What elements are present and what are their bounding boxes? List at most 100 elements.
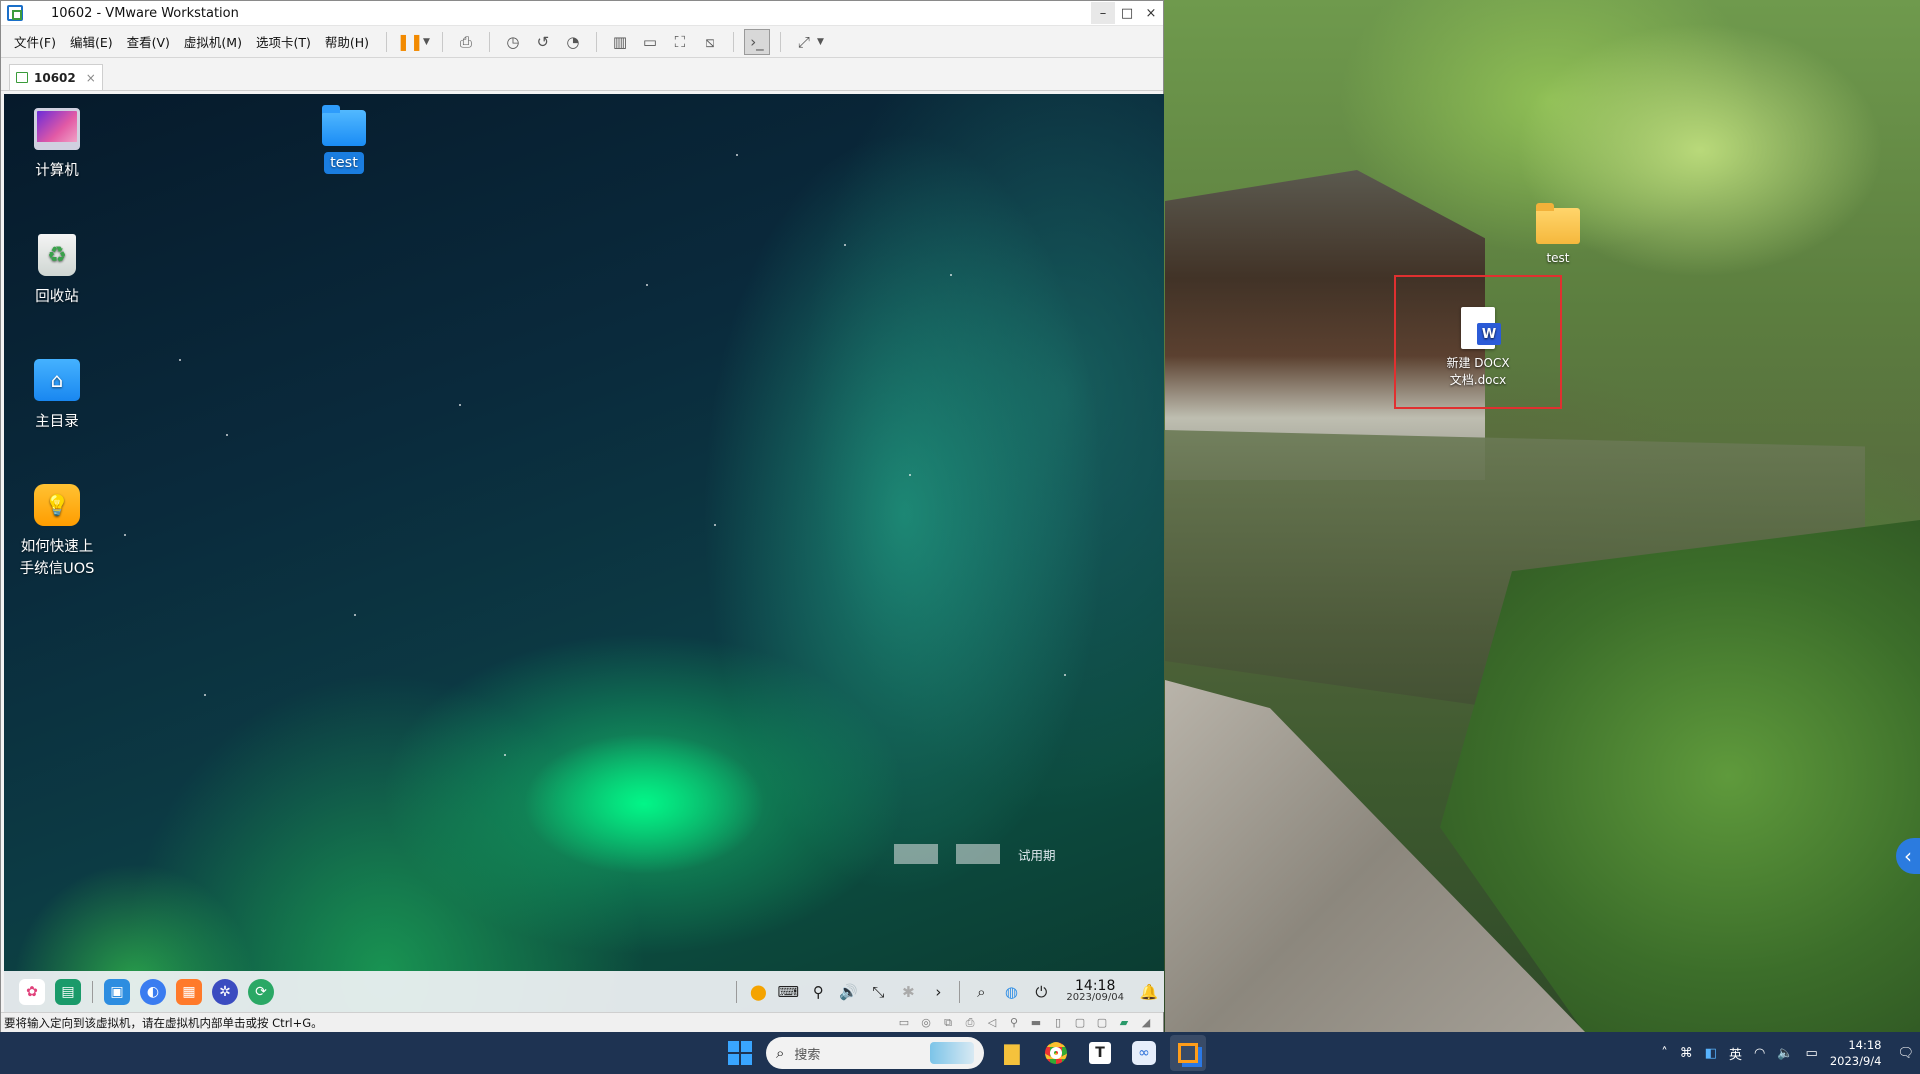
- guest-screen[interactable]: 计算机 ♻ 回收站 ⌂ 主目录 💡 如何快速上 手统信UOS test 试用期 …: [4, 94, 1164, 1012]
- host-clock-date: 2023/9/4: [1829, 1054, 1882, 1068]
- network-adapter-icon[interactable]: ⧉: [940, 1016, 956, 1030]
- hard-disk-icon[interactable]: ▭: [896, 1016, 912, 1030]
- menu-vm[interactable]: 虚拟机(M): [184, 32, 242, 51]
- chrome-icon[interactable]: [1038, 1035, 1074, 1071]
- menu-tabs[interactable]: 选项卡(T): [256, 32, 311, 51]
- input-method-icon[interactable]: ⬤: [745, 979, 771, 1005]
- dock-separator: [736, 980, 738, 1003]
- full-screen-icon[interactable]: ⛶: [667, 29, 693, 55]
- guest-desktop-folder-test[interactable]: test: [294, 105, 394, 174]
- chevron-right-icon[interactable]: ›: [925, 979, 951, 1005]
- volume-icon[interactable]: 🔊: [835, 979, 861, 1005]
- minimize-button[interactable]: –: [1091, 2, 1115, 24]
- pause-dropdown-icon[interactable]: ▼: [423, 37, 430, 47]
- storage-icon[interactable]: ▢: [1094, 1016, 1110, 1030]
- remote-app-icon[interactable]: ∞: [1126, 1035, 1162, 1071]
- watermark-block: [956, 844, 1000, 864]
- menu-view[interactable]: 查看(V): [127, 32, 170, 51]
- vmware-taskbar-icon[interactable]: [1170, 1035, 1206, 1071]
- computer-icon: [34, 108, 80, 150]
- notification-bell-icon[interactable]: 🔔: [1136, 979, 1162, 1005]
- window-title: 10602 - VMware Workstation: [51, 5, 239, 21]
- host-desktop-docx-file[interactable]: W 新建 DOCX 文档.docx: [1394, 275, 1562, 409]
- speaker-icon[interactable]: 🔈: [1777, 1046, 1793, 1061]
- docx-label-line2: 文档.docx: [1449, 373, 1507, 387]
- file-manager-icon[interactable]: ▣: [104, 978, 130, 1005]
- display-icon[interactable]: ▬: [1028, 1016, 1044, 1030]
- host-desktop-folder-test[interactable]: test: [1530, 203, 1586, 267]
- ime-indicator[interactable]: 英: [1729, 1044, 1742, 1063]
- folder-icon: [1536, 203, 1580, 244]
- guest-desktop-computer[interactable]: 计算机: [7, 108, 107, 182]
- windows-start-icon[interactable]: [728, 1041, 752, 1065]
- search-icon[interactable]: ⌕: [968, 979, 994, 1005]
- maximize-button[interactable]: □: [1115, 2, 1139, 24]
- shared-folder-icon[interactable]: ▯: [1050, 1016, 1066, 1030]
- guest-clock[interactable]: 14:18 2023/09/04: [1066, 979, 1124, 1004]
- guest-home-label: 主目录: [35, 414, 79, 430]
- file-explorer-icon[interactable]: ▇: [994, 1035, 1030, 1071]
- close-button[interactable]: ×: [1139, 2, 1163, 24]
- typora-icon[interactable]: T: [1082, 1035, 1118, 1071]
- terminal-app-icon[interactable]: ▤: [55, 978, 81, 1005]
- tray-app-icon[interactable]: ◧: [1705, 1046, 1717, 1061]
- watermark-block: [894, 844, 938, 864]
- send-ctrl-alt-del-icon[interactable]: ⎙: [453, 29, 479, 55]
- tab-close-icon[interactable]: ×: [86, 71, 96, 85]
- usb-device-icon[interactable]: ⚲: [1006, 1016, 1022, 1030]
- taskbar-center: ⌕ 搜索 ▇ T ∞: [720, 1032, 1210, 1074]
- sound-card-icon[interactable]: ◁: [984, 1016, 1000, 1030]
- app-store-icon[interactable]: ▦: [176, 978, 202, 1005]
- wifi-icon[interactable]: ◠: [1754, 1046, 1765, 1061]
- lightbulb-icon: 💡: [34, 484, 80, 526]
- battery-icon[interactable]: ▭: [1806, 1046, 1818, 1061]
- settings-app-icon[interactable]: ✲: [212, 978, 238, 1005]
- guest-desktop-trash[interactable]: ♻ 回收站: [7, 234, 107, 308]
- snapshot-icon[interactable]: ◷: [500, 29, 526, 55]
- host-clock[interactable]: 14:18 2023/9/4: [1830, 1037, 1882, 1069]
- search-highlight-icon: [930, 1042, 974, 1064]
- pause-icon[interactable]: ❚❚: [397, 29, 424, 55]
- menu-file[interactable]: 文件(F): [14, 32, 56, 51]
- console-view-icon[interactable]: ›_: [743, 28, 770, 55]
- unity-icon[interactable]: ⧅: [697, 29, 723, 55]
- guest-desktop-uos-guide[interactable]: 💡 如何快速上 手统信UOS: [7, 484, 107, 580]
- thumbnail-bar-icon[interactable]: ▭: [637, 29, 663, 55]
- guest-howto-label: 如何快速上 手统信UOS: [19, 539, 95, 577]
- resize-grip-icon[interactable]: ◢: [1138, 1016, 1154, 1030]
- taskbar-tray: ˄ ⌘ ◧ 英 ◠ 🔈 ▭ 14:18 2023/9/4 🗨: [1655, 1032, 1920, 1074]
- stretch-dropdown-icon[interactable]: ▼: [817, 37, 824, 47]
- stretch-guest-icon[interactable]: ⤢: [791, 29, 817, 55]
- camera-icon[interactable]: ▢: [1072, 1016, 1088, 1030]
- update-app-icon[interactable]: ⟳: [248, 978, 274, 1005]
- power-icon[interactable]: ⏻: [1028, 979, 1054, 1005]
- assistant-icon[interactable]: ◍: [998, 979, 1024, 1005]
- usb-icon[interactable]: ⚲: [805, 979, 831, 1005]
- bluetooth-icon[interactable]: ✱: [895, 979, 921, 1005]
- revert-snapshot-icon[interactable]: ↺: [530, 29, 556, 55]
- printer-icon[interactable]: ⎙: [962, 1016, 978, 1030]
- taskbar-search-box[interactable]: ⌕ 搜索: [766, 1037, 984, 1069]
- notification-icon[interactable]: 🗨: [1897, 1046, 1914, 1061]
- menu-edit[interactable]: 编辑(E): [70, 32, 113, 51]
- keyboard-icon[interactable]: ⌨: [775, 979, 801, 1005]
- host-clock-time: 14:18: [1848, 1038, 1882, 1052]
- guest-clock-date: 2023/09/04: [1066, 991, 1124, 1003]
- cd-rom-icon[interactable]: ◎: [918, 1016, 934, 1030]
- message-log-icon[interactable]: ▰: [1116, 1016, 1132, 1030]
- snapshot-manager-icon[interactable]: ◔: [560, 29, 586, 55]
- library-icon[interactable]: ▥: [607, 29, 633, 55]
- recycle-bin-icon: ♻: [38, 234, 76, 276]
- launcher-icon[interactable]: ✿: [19, 978, 45, 1005]
- toolbar-separator: [488, 31, 490, 52]
- vm-statusbar: 要将输入定向到该虚拟机，请在虚拟机内部单击或按 Ctrl+G。 ▭ ◎ ⧉ ⎙ …: [1, 1012, 1163, 1032]
- toolbar-separator: [441, 31, 443, 52]
- browser-icon[interactable]: ◐: [140, 978, 166, 1005]
- chevron-up-icon[interactable]: ˄: [1661, 1046, 1668, 1061]
- pinned-app-icon[interactable]: ⌘: [1680, 1046, 1693, 1061]
- menu-help[interactable]: 帮助(H): [325, 32, 369, 51]
- network-icon[interactable]: ⤡: [865, 979, 891, 1005]
- tab-10602[interactable]: 10602 ×: [9, 64, 103, 90]
- vmware-window: 10602 - VMware Workstation – □ × 文件(F) 编…: [0, 0, 1164, 1032]
- guest-desktop-home[interactable]: ⌂ 主目录: [7, 359, 107, 433]
